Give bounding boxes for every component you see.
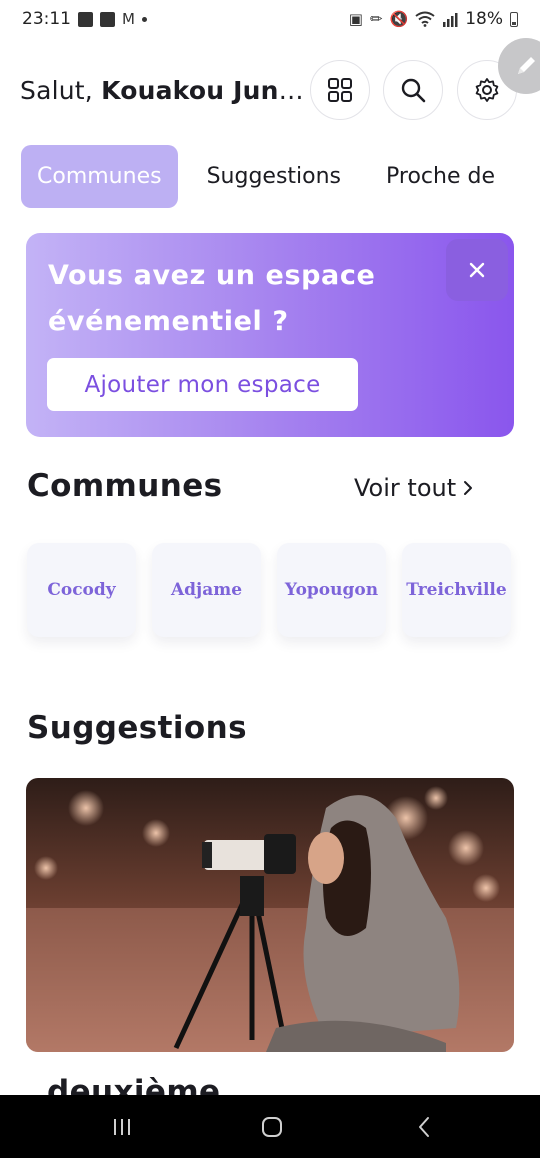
battery-text: 18% <box>465 9 503 29</box>
signal-icon <box>443 12 458 27</box>
battery-icon <box>510 11 518 27</box>
system-nav-bar <box>0 1095 540 1158</box>
category-tabs: Communes Suggestions Proche de <box>21 145 524 208</box>
recent-apps-icon <box>114 1118 130 1135</box>
tab-proche-de[interactable]: Proche de <box>370 145 511 208</box>
recent-apps-button[interactable] <box>82 1095 162 1158</box>
back-icon <box>419 1116 429 1137</box>
header: Salut, Kouakou Juni... <box>20 60 520 120</box>
add-space-button[interactable]: Ajouter mon espace <box>47 358 358 411</box>
pencil-icon <box>518 57 535 74</box>
gallery-icon <box>78 11 93 27</box>
close-icon <box>469 262 485 278</box>
commune-card-yopougon[interactable]: Yopougon <box>277 543 386 637</box>
back-button[interactable] <box>384 1095 464 1158</box>
chevron-right-icon <box>464 481 473 495</box>
commune-card-treichville[interactable]: Treichville <box>402 543 511 637</box>
grid-icon <box>328 78 352 102</box>
promo-title: Vous avez un espace événementiel ? <box>48 260 376 337</box>
see-all-label: Voir tout <box>354 474 457 502</box>
photographer-image <box>26 778 514 1052</box>
commune-card-cocody[interactable]: Cocody <box>27 543 136 637</box>
communes-list: Cocody Adjame Yopougon Treichville <box>27 543 511 637</box>
pen-icon: ✏ <box>369 10 383 28</box>
status-left: 23:11 M <box>22 9 147 29</box>
notification-dot <box>141 16 147 22</box>
status-time: 23:11 <box>22 9 71 29</box>
search-icon <box>401 78 426 103</box>
grid-button[interactable] <box>310 60 370 120</box>
greeting-prefix: Salut, <box>20 75 93 105</box>
communes-section-title: Communes <box>27 468 223 504</box>
suggestion-photo[interactable] <box>26 778 514 1052</box>
suggestions-section-title: Suggestions <box>27 710 247 746</box>
tab-suggestions[interactable]: Suggestions <box>191 145 357 208</box>
wifi-icon <box>415 11 435 27</box>
checkbox-icon <box>100 11 115 27</box>
mute-icon: 🔇 <box>389 10 409 28</box>
home-icon <box>262 1116 282 1137</box>
home-button[interactable] <box>232 1095 312 1158</box>
see-all-link[interactable]: Voir tout <box>354 474 474 502</box>
status-bar: 23:11 M ▣ ✏ 🔇 18% <box>0 0 540 38</box>
status-right: ▣ ✏ 🔇 18% <box>349 9 518 29</box>
greeting: Salut, Kouakou Juni... <box>20 76 308 105</box>
promo-banner: Vous avez un espace événementiel ? Ajout… <box>26 233 514 437</box>
close-promo-button[interactable] <box>446 239 508 301</box>
search-button[interactable] <box>383 60 443 120</box>
user-name: Kouakou Juni... <box>101 75 308 105</box>
lock-icon: ▣ <box>348 10 363 28</box>
gmail-icon: M <box>122 10 135 28</box>
settings-icon <box>475 78 499 102</box>
tab-communes[interactable]: Communes <box>21 145 178 208</box>
commune-card-adjame[interactable]: Adjame <box>152 543 261 637</box>
